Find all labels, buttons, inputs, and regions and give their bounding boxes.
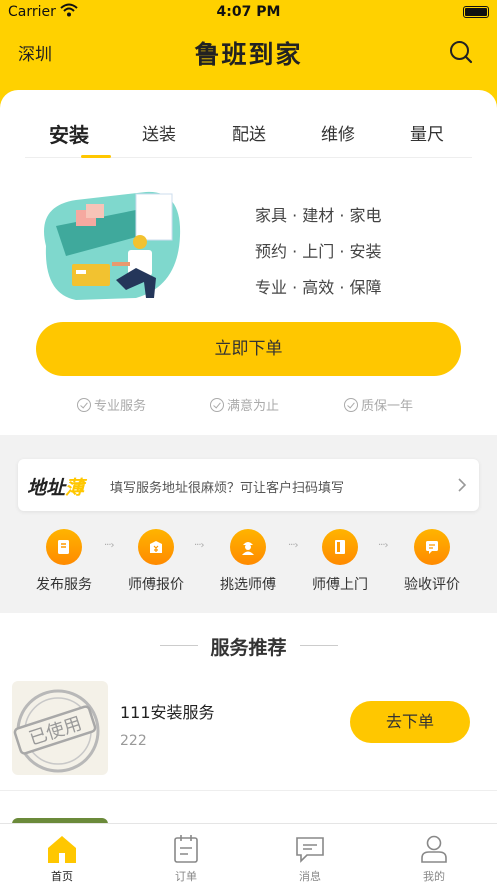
tabbar-label: 消息 [299,870,321,883]
address-book-banner[interactable]: 地址薄 填写服务地址很麻烦？可让客户扫码填写 [18,459,479,511]
chevron-right-icon [458,478,467,492]
process-step-label: 挑选师傅 [220,577,276,593]
tabbar-item-home[interactable]: 首页 [32,824,92,883]
service-name: 111安装服务 [120,703,215,722]
guarantee-item: 专业服务 [77,395,146,414]
check-circle-icon [344,397,358,412]
process-step-label: 师傅报价 [128,577,184,593]
arrow-icon: ···› [288,540,299,551]
feature-list: 家具 · 建材 · 家电 预约 · 上门 · 安装 专业 · 高效 · 保障 [255,198,382,306]
recommend-section: 服务推荐 已使用 111安装服务 222 去下单 [0,613,497,838]
guarantee-label: 质保一年 [361,399,414,414]
status-bar: Carrier 4:07 PM [0,0,497,26]
service-card: 安装 送装 配送 维修 量尺 家具 · 建材 · 家电 预约 · 上门 · 安装… [0,90,497,435]
process-step: 挑选师傅 [208,520,288,594]
quote-icon [138,529,174,565]
arrow-icon: ···› [104,540,115,551]
process-step: 发布服务 [24,520,104,594]
worker-icon [230,529,266,565]
go-order-button[interactable]: 去下单 [350,701,470,743]
service-price: 222 [120,733,147,749]
publish-icon [46,529,82,565]
feature-line: 家具 · 建材 · 家电 [255,206,382,225]
address-book-logo-highlight: 薄 [65,477,85,499]
feature-line: 专业 · 高效 · 保障 [255,278,382,297]
recommend-title: 服务推荐 [210,637,287,659]
feature-line: 预约 · 上门 · 安装 [255,242,382,261]
door-icon [322,529,358,565]
order-now-button[interactable]: 立即下单 [36,322,461,376]
arrow-icon: ···› [194,540,205,551]
process-step-label: 验收评价 [404,577,460,593]
tabbar-label: 我的 [423,870,445,883]
app-logo: 鲁班到家 [194,40,303,69]
review-icon [414,529,450,565]
tabbar-label: 订单 [175,870,197,883]
guarantee-item: 质保一年 [344,395,413,414]
tabbar-item-profile[interactable]: 我的 [404,824,464,883]
service-tabs: 安装 送装 配送 维修 量尺 [25,90,472,158]
guarantee-label: 专业服务 [94,399,147,414]
arrow-icon: ···› [378,540,389,551]
process-step-label: 发布服务 [36,577,92,593]
process-step: 师傅报价 [116,520,196,594]
active-tab-indicator [81,155,111,158]
guarantee-item: 满意为止 [210,395,279,414]
tabbar-item-orders[interactable]: 订单 [156,824,216,883]
status-time: 4:07 PM [216,4,281,20]
orders-icon [174,835,198,863]
tab-measure[interactable]: 量尺 [397,120,457,145]
process-step: 师傅上门 [300,520,380,594]
home-icon [48,836,76,863]
guarantee-label: 满意为止 [227,399,280,414]
used-stamp: 已使用 [13,689,100,773]
install-illustration [44,191,181,300]
tabbar-label: 首页 [51,870,73,883]
process-step: 验收评价 [392,520,472,594]
service-thumbnail: 已使用 [12,681,108,775]
recommend-item[interactable]: 已使用 111安装服务 222 去下单 [0,673,497,791]
service-process: 发布服务 ···› 师傅报价 ···› 挑选师傅 ···› 师傅上门 ···› … [0,520,497,604]
check-circle-icon [210,397,224,412]
tab-delivery[interactable]: 配送 [219,120,279,145]
tabbar-item-messages[interactable]: 消息 [280,824,340,883]
battery-icon [463,6,489,18]
check-circle-icon [77,397,91,412]
title-divider [300,645,338,646]
tab-repair[interactable]: 维修 [308,120,368,145]
bottom-tab-bar: 首页 订单 消息 我的 [0,823,497,883]
profile-icon [421,835,447,863]
address-book-text: 填写服务地址很麻烦？可让客户扫码填写 [110,481,345,496]
message-icon [296,837,324,863]
tab-deliver-install[interactable]: 送装 [129,120,189,145]
address-book-logo-prefix: 地址 [27,477,66,499]
address-book-logo: 地址薄 [27,473,84,500]
tab-install[interactable]: 安装 [39,119,99,148]
search-icon[interactable] [449,40,473,64]
process-step-label: 师傅上门 [312,577,368,593]
